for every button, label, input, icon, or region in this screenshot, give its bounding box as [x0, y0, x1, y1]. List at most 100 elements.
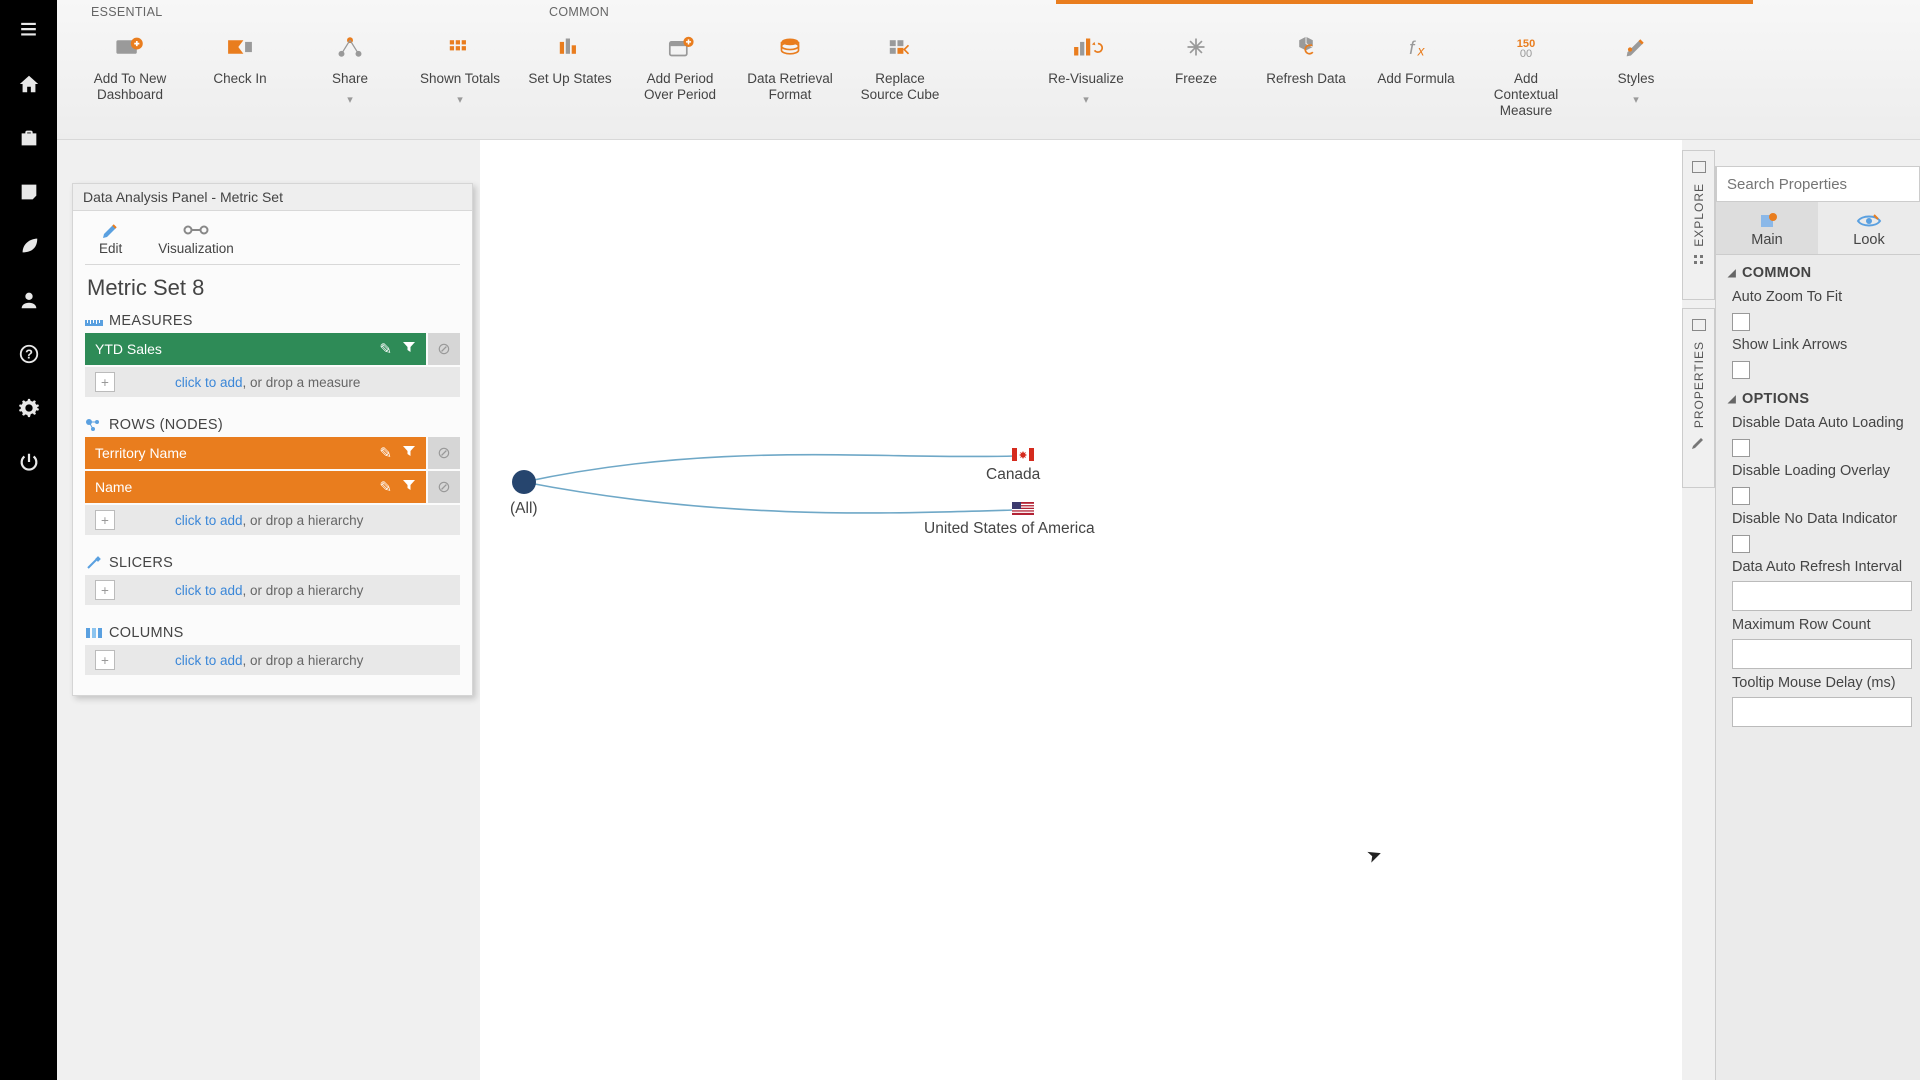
ribbon-group-essential: ESSENTIAL: [91, 5, 162, 19]
leaf-icon[interactable]: [11, 228, 47, 264]
prop-disable-overlay-label: Disable Loading Overlay: [1732, 463, 1904, 479]
measures-dropzone[interactable]: + click to add, or drop a measure: [85, 367, 460, 397]
slicers-label: SLICERS: [109, 555, 173, 571]
pencil-icon: [1691, 434, 1707, 450]
remove-measure-button[interactable]: ⊘: [428, 333, 460, 365]
svg-text:00: 00: [1520, 48, 1532, 60]
node-label-canada[interactable]: Canada: [986, 466, 1040, 484]
prop-disable-nodata-checkbox[interactable]: [1732, 535, 1750, 553]
panel-edit-button[interactable]: Edit: [99, 219, 122, 264]
prop-disable-autoload-checkbox[interactable]: [1732, 439, 1750, 457]
home-icon[interactable]: [11, 66, 47, 102]
section-rows: ROWS (NODES) Territory Name ✎ ⊘ Name ✎ ⊘: [73, 409, 472, 547]
filter-icon[interactable]: [402, 340, 416, 358]
prop-tooltip-delay-input[interactable]: [1732, 697, 1912, 727]
chevron-down-icon[interactable]: ▾: [347, 93, 353, 106]
power-icon[interactable]: [11, 444, 47, 480]
section-measures: MEASURES YTD Sales ✎ ⊘ + click to add, o…: [73, 305, 472, 409]
rb-refresh[interactable]: Refresh Data: [1251, 23, 1361, 119]
grip-icon: [1692, 253, 1706, 267]
prop-auto-zoom-checkbox[interactable]: [1732, 313, 1750, 331]
rb-styles[interactable]: Styles ▾: [1581, 23, 1691, 119]
left-nav-rail: ≡ ?: [0, 0, 57, 1080]
rb-share[interactable]: Share ▾: [295, 23, 405, 106]
node-label-all: (All): [510, 500, 538, 518]
rb-check-in[interactable]: Check In: [185, 23, 295, 106]
rb-add-contextual[interactable]: 15000 Add Contextual Measure: [1471, 23, 1581, 119]
plus-icon: +: [95, 372, 115, 392]
visualization-canvas[interactable]: (All) Canada United States of America: [480, 140, 1682, 1080]
measure-item-ytd-sales[interactable]: YTD Sales ✎: [85, 333, 426, 365]
gear-icon[interactable]: [11, 390, 47, 426]
properties-panel: Main Look COMMON Auto Zoom To Fit Show L…: [1715, 166, 1920, 1080]
node-label-usa[interactable]: United States of America: [924, 520, 1095, 538]
plus-icon: +: [95, 580, 115, 600]
props-tab-look[interactable]: Look: [1818, 202, 1920, 254]
menu-icon[interactable]: ≡: [11, 12, 47, 48]
rb-data-retrieval[interactable]: Data Retrieval Format: [735, 23, 845, 106]
prop-disable-overlay-checkbox[interactable]: [1732, 487, 1750, 505]
filter-icon[interactable]: [402, 444, 416, 462]
prop-disable-autoload-label: Disable Data Auto Loading: [1732, 415, 1904, 431]
side-tab-properties[interactable]: PROPERTIES: [1682, 308, 1715, 488]
section-slicers: SLICERS + click to add, or drop a hierar…: [73, 547, 472, 617]
help-icon[interactable]: ?: [11, 336, 47, 372]
remove-row-button[interactable]: ⊘: [428, 471, 460, 503]
plus-icon: +: [95, 650, 115, 670]
briefcase-icon[interactable]: [11, 120, 47, 156]
panel-visualization-button[interactable]: Visualization: [158, 219, 234, 264]
props-tab-main[interactable]: Main: [1716, 202, 1818, 254]
svg-text:?: ?: [25, 347, 33, 362]
columns-dropzone[interactable]: + click to add, or drop a hierarchy: [85, 645, 460, 675]
rb-setup-states[interactable]: Set Up States: [515, 23, 625, 106]
slicers-dropzone[interactable]: + click to add, or drop a hierarchy: [85, 575, 460, 605]
panel-title: Data Analysis Panel - Metric Set: [73, 184, 472, 211]
prop-auto-refresh-input[interactable]: [1732, 581, 1912, 611]
chevron-down-icon[interactable]: ▾: [1083, 93, 1089, 106]
user-icon[interactable]: [11, 282, 47, 318]
pencil-icon[interactable]: ✎: [379, 444, 392, 462]
rows-dropzone[interactable]: + click to add, or drop a hierarchy: [85, 505, 460, 535]
plus-icon: +: [95, 510, 115, 530]
node-root[interactable]: [512, 470, 536, 494]
prop-disable-nodata-label: Disable No Data Indicator: [1732, 511, 1904, 527]
filter-icon[interactable]: [402, 478, 416, 496]
props-group-options[interactable]: OPTIONS: [1716, 381, 1920, 411]
rb-add-dashboard[interactable]: Add To New Dashboard: [75, 23, 185, 106]
rb-add-formula[interactable]: fx Add Formula: [1361, 23, 1471, 119]
prop-max-rows-label: Maximum Row Count: [1732, 617, 1904, 633]
prop-max-rows-input[interactable]: [1732, 639, 1912, 669]
rb-freeze[interactable]: Freeze: [1141, 23, 1251, 119]
remove-row-button[interactable]: ⊘: [428, 437, 460, 469]
rb-revisualize[interactable]: Re-Visualize ▾: [1031, 23, 1141, 119]
prop-auto-refresh-label: Data Auto Refresh Interval: [1732, 559, 1904, 575]
rb-replace-cube[interactable]: Replace Source Cube: [845, 23, 955, 106]
rows-label: ROWS (NODES): [109, 417, 223, 433]
row-item-name[interactable]: Name ✎: [85, 471, 426, 503]
prop-link-arrows-label: Show Link Arrows: [1732, 337, 1904, 353]
measures-label: MEASURES: [109, 313, 193, 329]
svg-text:f: f: [1409, 37, 1416, 58]
prop-link-arrows-checkbox[interactable]: [1732, 361, 1750, 379]
ribbon-group-common: COMMON: [549, 5, 609, 19]
prop-auto-zoom-label: Auto Zoom To Fit: [1732, 289, 1904, 305]
data-analysis-panel: Data Analysis Panel - Metric Set Edit Vi…: [72, 183, 473, 696]
ribbon-accent-bar: [1056, 0, 1753, 4]
svg-text:x: x: [1417, 44, 1426, 59]
search-properties-input[interactable]: [1716, 166, 1920, 202]
chevron-down-icon[interactable]: ▾: [457, 93, 463, 106]
collapse-icon: [1692, 161, 1706, 173]
ribbon-toolbar: ESSENTIAL COMMON Add To New Dashboard Ch…: [57, 0, 1920, 140]
collapse-icon: [1692, 319, 1706, 331]
note-icon[interactable]: [11, 174, 47, 210]
side-tab-explore[interactable]: EXPLORE: [1682, 150, 1715, 300]
chevron-down-icon[interactable]: ▾: [1633, 93, 1639, 106]
props-group-common[interactable]: COMMON: [1716, 255, 1920, 285]
rb-shown-totals[interactable]: Shown Totals ▾: [405, 23, 515, 106]
rb-add-period[interactable]: Add Period Over Period: [625, 23, 735, 106]
section-columns: COLUMNS + click to add, or drop a hierar…: [73, 617, 472, 695]
pencil-icon[interactable]: ✎: [379, 340, 392, 358]
row-item-territory[interactable]: Territory Name ✎: [85, 437, 426, 469]
pencil-icon[interactable]: ✎: [379, 478, 392, 496]
relationship-diagram: [480, 140, 1300, 540]
